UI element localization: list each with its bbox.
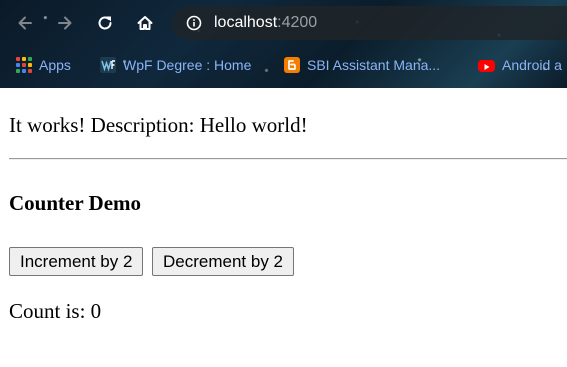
- count-display: Count is: 0: [9, 299, 102, 323]
- bookmark-label: SBI Assistant Mana...: [307, 57, 441, 73]
- address-host: localhost: [214, 14, 278, 31]
- reload-button[interactable]: [92, 10, 118, 36]
- description-text: It works! Description: Hello world!: [9, 113, 308, 137]
- forward-button[interactable]: [52, 10, 78, 36]
- blogger-icon: [284, 57, 300, 73]
- forward-arrow-icon: [58, 16, 72, 30]
- apps-grid-icon: [16, 57, 32, 73]
- bookmark-label: Android a: [502, 57, 562, 73]
- bookmarks-bar: Apps WpF Degree : Home SBI Assistant Man…: [0, 50, 567, 80]
- bookmark-apps[interactable]: Apps: [16, 54, 71, 76]
- youtube-icon: [478, 60, 495, 72]
- back-arrow-icon: [18, 16, 32, 30]
- bookmark-wpf-degree[interactable]: WpF Degree : Home: [100, 54, 251, 76]
- address-bar[interactable]: localhost:4200: [172, 6, 567, 40]
- increment-button[interactable]: Increment by 2: [9, 247, 144, 276]
- address-port: :4200: [277, 14, 318, 31]
- decrement-button[interactable]: Decrement by 2: [152, 247, 294, 276]
- counter-heading: Counter Demo: [9, 191, 142, 215]
- browser-chrome: localhost:4200 Apps WpF Degree : Home S…: [0, 0, 567, 88]
- back-button[interactable]: [12, 10, 38, 36]
- wpf-favicon: [100, 57, 116, 73]
- bookmark-sbi-assistant[interactable]: SBI Assistant Mana...: [284, 54, 440, 76]
- bookmark-android[interactable]: Android a: [478, 54, 562, 76]
- reload-icon: [98, 16, 112, 30]
- bookmark-label: Apps: [39, 57, 71, 73]
- info-icon: [186, 15, 202, 31]
- divider: [9, 158, 567, 160]
- home-icon: [137, 16, 153, 30]
- page-content: It works! Description: Hello world! Coun…: [0, 88, 567, 367]
- home-button[interactable]: [132, 10, 158, 36]
- bookmark-label: WpF Degree : Home: [123, 57, 252, 73]
- browser-toolbar: localhost:4200: [0, 0, 567, 46]
